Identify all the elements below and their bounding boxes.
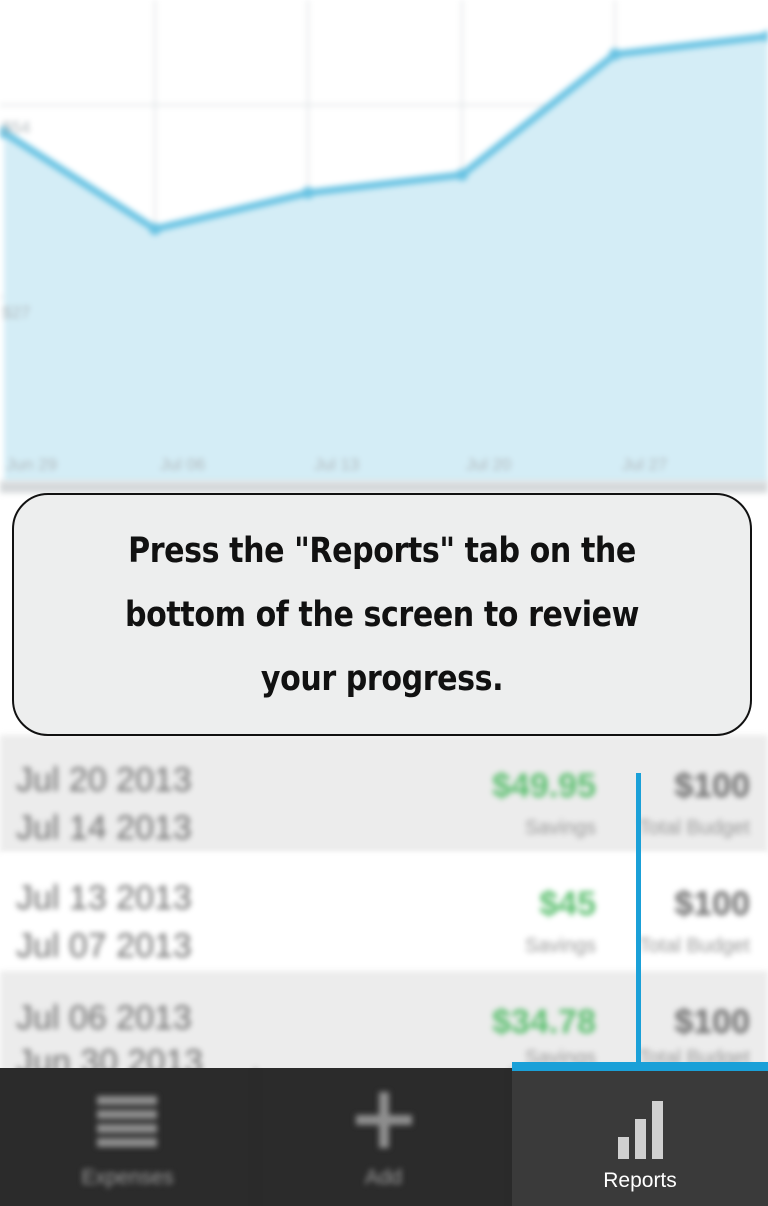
row-date-end: Jul 07 2013 (16, 927, 192, 965)
x-tick-label: Jul 06 (160, 455, 206, 474)
tab-add[interactable]: Add (256, 1068, 512, 1206)
series-area (4, 36, 768, 483)
chart-canvas (0, 0, 768, 483)
x-tick-label: Jul 20 (466, 455, 512, 474)
row-date-start: Jul 06 2013 (16, 999, 192, 1037)
row-savings-label: Savings (524, 817, 596, 839)
x-tick-label: Jul 27 (622, 455, 668, 474)
row-budget-label: Total Budget (638, 817, 750, 839)
list-icon (97, 1096, 157, 1148)
row-budget: $100 (674, 767, 750, 805)
row-savings: $49.95 (492, 767, 596, 805)
row-savings: $34.78 (492, 1003, 596, 1041)
row-savings-label: Savings (524, 935, 596, 957)
row-budget: $100 (674, 885, 750, 923)
series-point (302, 186, 314, 199)
row-savings: $45 (539, 885, 596, 923)
row-budget-label: Total Budget (638, 935, 750, 957)
chart-divider (0, 481, 768, 493)
pointer-arrow-line (636, 773, 641, 1073)
tab-expenses[interactable]: Expenses (0, 1068, 256, 1206)
row-date-end: Jul 14 2013 (16, 809, 192, 847)
series-point (609, 48, 621, 61)
tab-reports[interactable]: Reports (512, 1062, 768, 1206)
plus-icon (356, 1092, 412, 1148)
report-row[interactable]: Jul 13 2013 Jul 07 2013 $45 $100 Savings… (0, 853, 768, 971)
row-date-start: Jul 13 2013 (16, 879, 192, 917)
savings-chart: $54 $27 Jun 29 Jul 06 Jul 13 Jul 20 Jul … (0, 0, 768, 485)
series-point (149, 222, 161, 235)
report-row[interactable]: Jul 20 2013 Jul 14 2013 $49.95 $100 Savi… (0, 735, 768, 853)
bottom-tab-bar: Expenses Add Reports (0, 1062, 768, 1206)
series-point (456, 168, 468, 181)
tutorial-callout: Press the "Reports" tab on the bottom of… (12, 493, 752, 736)
y-tick-label: $54 (2, 118, 31, 137)
callout-text: Press the "Reports" tab on the bottom of… (125, 530, 639, 699)
tab-reports-label: Reports (603, 1169, 677, 1192)
row-date-start: Jul 20 2013 (16, 761, 192, 799)
bar-chart-icon (618, 1101, 666, 1159)
row-budget: $100 (674, 1003, 750, 1041)
tab-expenses-label: Expenses (81, 1166, 174, 1189)
y-tick-label: $27 (2, 303, 31, 322)
tab-add-label: Add (364, 1166, 403, 1189)
x-tick-label: Jul 13 (314, 455, 360, 474)
x-tick-label: Jun 29 (6, 455, 58, 474)
